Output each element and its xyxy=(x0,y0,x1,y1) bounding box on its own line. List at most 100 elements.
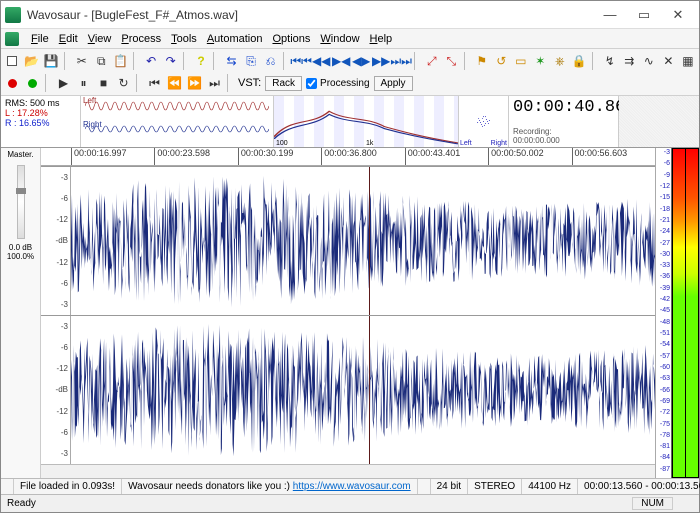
info-bar: File loaded in 0.093s! Wavosaur needs do… xyxy=(1,478,699,494)
waveform-left[interactable] xyxy=(71,167,655,315)
route-b-button[interactable]: ⇉ xyxy=(620,52,639,71)
menu-help[interactable]: Help xyxy=(370,33,393,45)
titlebar: Wavosaur - [BugleFest_F#_Atmos.wav] — ▭ … xyxy=(1,1,699,29)
menu-tools[interactable]: Tools xyxy=(171,33,197,45)
spectrum-panel[interactable]: 100 1k xyxy=(274,96,459,147)
lock-button[interactable]: 🔒 xyxy=(570,52,589,71)
save-button[interactable]: 💾 xyxy=(42,52,61,71)
app-window: Wavosaur - [BugleFest_F#_Atmos.wav] — ▭ … xyxy=(0,0,700,513)
about-button[interactable]: ? xyxy=(192,52,211,71)
zoom-sel-button[interactable]: ⤢ xyxy=(423,52,442,71)
paste-button[interactable]: 📋 xyxy=(112,52,131,71)
window-title: Wavosaur - [BugleFest_F#_Atmos.wav] xyxy=(27,8,593,22)
stop-button[interactable]: ■ xyxy=(94,74,113,93)
donate-link[interactable]: https://www.wavosaur.com xyxy=(293,481,411,492)
menu-file[interactable]: File xyxy=(31,33,49,45)
route-a-button[interactable]: ↯ xyxy=(601,52,620,71)
marker-button[interactable]: ⚑ xyxy=(472,52,491,71)
region-button[interactable]: ▭ xyxy=(512,52,531,71)
load-time: File loaded in 0.093s! xyxy=(14,479,122,494)
bit-depth: 24 bit xyxy=(431,479,468,494)
open-button[interactable]: 📂 xyxy=(23,52,42,71)
maximize-button[interactable]: ▭ xyxy=(627,4,661,26)
record-button[interactable] xyxy=(3,74,22,93)
menu-view[interactable]: View xyxy=(88,33,112,45)
db-scale-left: -3-6-12-dB-12-6-3 xyxy=(41,167,71,315)
timecode-main: 00:00:40.867 xyxy=(513,98,614,117)
level-meters xyxy=(671,148,699,478)
main-area: Master. 0.0 dB 100.0% 00:00:16.997 00:00… xyxy=(1,148,699,478)
slider-thumb[interactable] xyxy=(16,188,26,194)
loop-button[interactable]: ↻ xyxy=(114,74,133,93)
horizontal-scrollbar[interactable] xyxy=(41,464,655,478)
status-bar: Ready NUM xyxy=(1,494,699,512)
go-start-button[interactable]: ⏮ xyxy=(145,74,164,93)
play-button[interactable]: ▶ xyxy=(54,74,73,93)
menu-process[interactable]: Process xyxy=(121,33,161,45)
vst-rack-button[interactable]: Rack xyxy=(265,76,302,91)
overview-waveform[interactable]: Left Right xyxy=(81,96,274,147)
redo-button[interactable]: ↷ xyxy=(161,52,180,71)
overview-panel: Left Right 100 1k xyxy=(81,96,699,147)
meter-right xyxy=(686,149,698,477)
analysis-button[interactable]: ✶ xyxy=(531,52,550,71)
menu-window[interactable]: Window xyxy=(320,33,359,45)
vst-label: VST: xyxy=(238,77,261,89)
settings-button[interactable]: ▦ xyxy=(679,52,698,71)
batch-button[interactable]: ⎈ xyxy=(551,52,570,71)
route-c-button[interactable]: ∿ xyxy=(640,52,659,71)
play-cursor-left[interactable] xyxy=(369,167,370,315)
new-button[interactable] xyxy=(3,52,22,71)
status-ready: Ready xyxy=(7,498,36,509)
vst-processing-input[interactable] xyxy=(306,78,317,89)
go-end-button[interactable]: ⏭ xyxy=(205,74,224,93)
channel-left: -3-6-12-dB-12-6-3 xyxy=(41,166,655,315)
forward-button[interactable]: ⏩ xyxy=(185,74,204,93)
freq-hi: 1k xyxy=(366,140,373,147)
sel-start-button[interactable]: ⏮⏮ xyxy=(292,52,311,71)
master-panel: Master. 0.0 dB 100.0% xyxy=(1,148,41,478)
sel-end-button[interactable]: ⏭⏭ xyxy=(392,52,411,71)
waveform-right[interactable] xyxy=(71,316,655,464)
loop-set-button[interactable]: ↺ xyxy=(492,52,511,71)
menu-options[interactable]: Options xyxy=(272,33,310,45)
master-gain: 0.0 dB xyxy=(9,243,32,252)
menu-automation[interactable]: Automation xyxy=(207,33,263,45)
tool-b[interactable]: ⎘ xyxy=(242,52,261,71)
tool-a[interactable]: ⇆ xyxy=(222,52,241,71)
db-scale-right: -3-6-12-dB-12-6-3 xyxy=(41,316,71,464)
rms-panel: RMS: 500 ms L : 17.28% R : 16.65% xyxy=(1,96,81,147)
meter-scale: -3-6-9-12-15-18-21-24-27-30-33-36-39-42-… xyxy=(655,148,671,478)
meter-left xyxy=(673,149,685,477)
sel-out-button[interactable]: ◀▶ xyxy=(352,52,371,71)
app-icon xyxy=(5,7,21,23)
selection-range: 00:00:13.560 - 00:00:13.560 xyxy=(578,479,700,494)
time-ruler[interactable]: 00:00:16.997 00:00:23.598 00:00:30.199 0… xyxy=(41,148,655,166)
vst-apply-button[interactable]: Apply xyxy=(374,76,413,91)
undo-button[interactable]: ↶ xyxy=(142,52,161,71)
monitor-button[interactable] xyxy=(23,74,42,93)
cut-button[interactable]: ✂ xyxy=(72,52,91,71)
master-slider[interactable] xyxy=(17,165,25,239)
minimize-button[interactable]: — xyxy=(593,4,627,26)
copy-button[interactable]: ⧉ xyxy=(92,52,111,71)
pause-button[interactable]: ⏸ xyxy=(74,74,93,93)
tool-c[interactable]: ⎌ xyxy=(261,52,280,71)
sel-left-button[interactable]: ◀◀ xyxy=(312,52,331,71)
sel-in-button[interactable]: ▶◀ xyxy=(332,52,351,71)
sample-rate: 44100 Hz xyxy=(522,479,578,494)
stereo-scatter[interactable]: Left Right xyxy=(459,96,509,147)
waveform-area: 00:00:16.997 00:00:23.598 00:00:30.199 0… xyxy=(41,148,655,478)
sel-right-button[interactable]: ▶▶ xyxy=(372,52,391,71)
ov-left-label: Left xyxy=(83,96,96,105)
close-button[interactable]: ✕ xyxy=(661,4,695,26)
rewind-button[interactable]: ⏪ xyxy=(165,74,184,93)
ov-right-label: Right xyxy=(83,120,102,129)
route-d-button[interactable]: ✕ xyxy=(659,52,678,71)
donate-msg: Wavosaur needs donators like you :) http… xyxy=(122,479,418,494)
vst-processing-checkbox[interactable]: Processing xyxy=(306,78,369,89)
menu-edit[interactable]: Edit xyxy=(59,33,78,45)
freq-lo: 100 xyxy=(276,140,288,147)
zoom-all-button[interactable]: ⤡ xyxy=(442,52,461,71)
channel-right: -3-6-12-dB-12-6-3 xyxy=(41,315,655,464)
